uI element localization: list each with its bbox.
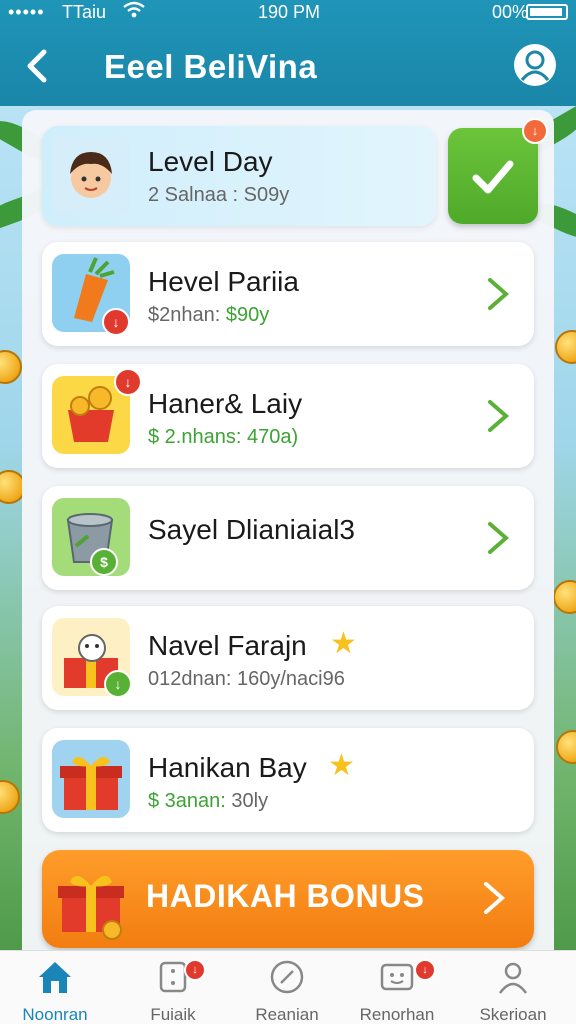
notification-badge: ↓ (414, 959, 436, 981)
notification-badge: ↓ (114, 368, 142, 396)
wifi-icon (122, 0, 146, 25)
coin-badge: $ (90, 548, 118, 576)
card-title: Level Day (148, 146, 273, 177)
chevron-right-icon[interactable] (484, 274, 512, 314)
level-card[interactable]: ↓ Navel Farajn ★ 012dnan: 160y/naci96 (42, 606, 534, 710)
tab-label: Fuiaik (150, 1005, 196, 1024)
check-icon (472, 160, 514, 194)
compass-icon (270, 960, 304, 994)
battery-percent: 00% (492, 2, 529, 22)
user-icon (498, 962, 528, 994)
card-title: Sayel Dlianiaial3 (148, 514, 356, 545)
status-bar: ••••• TTaiu 190 PM 00% (0, 0, 576, 28)
notification-badge: ↓ (522, 118, 548, 144)
bottom-tab-bar: Noonran ↓ Fuiaik Reanian ↓ Renorhan Sker… (0, 950, 576, 1024)
home-icon (39, 962, 71, 993)
gift-box-icon (52, 740, 130, 818)
gift-box-icon (52, 860, 132, 940)
app-header: ••••• TTaiu 190 PM 00% Eeel BeliVina (0, 0, 576, 106)
card-subtitle: $ 3anan: 30ly (148, 790, 269, 812)
chevron-right-icon[interactable] (484, 396, 512, 436)
card-subtitle: $ 2.nhans: 470a) (148, 426, 299, 448)
notification-badge: ↓ (184, 959, 206, 981)
page-title: Eeel BeliVina (104, 48, 318, 85)
star-icon: ★ (330, 627, 357, 660)
level-card[interactable]: Level Day 2 Salnaa : S09y (42, 126, 436, 226)
tab-label: Renorhan (359, 1005, 435, 1024)
level-card[interactable]: Hanikan Bay ★ $ 3anan: 30ly (42, 728, 534, 832)
tab-renorhan[interactable]: ↓ Renorhan (342, 957, 452, 1024)
card-subtitle: 2 Salnaa : S09y (148, 184, 290, 206)
battery-icon (526, 4, 568, 20)
tab-label: Skerioan (479, 1005, 547, 1024)
chevron-left-icon (27, 49, 47, 83)
chevron-right-icon (480, 878, 508, 918)
profile-button[interactable] (514, 44, 556, 86)
tab-label: Reanian (255, 1005, 319, 1024)
level-card[interactable]: ↓ Hevel Pariia $2nhan: $90y (42, 242, 534, 346)
back-button[interactable] (22, 46, 52, 86)
user-icon (520, 50, 550, 81)
clock-time: 190 PM (258, 2, 321, 22)
tab-fuiaik[interactable]: ↓ Fuiaik (118, 957, 228, 1024)
card-subtitle: 012dnan: 160y/naci96 (148, 668, 345, 690)
level-card[interactable]: $ Sayel Dlianiaial3 (42, 486, 534, 590)
card-title: Navel Farajn (148, 630, 307, 661)
card-title: Hevel Pariia (148, 266, 299, 297)
chat-face-icon (380, 963, 414, 991)
notification-badge: ↓ (102, 308, 130, 336)
tab-reanian[interactable]: Reanian (232, 957, 342, 1024)
card-title: Hanikan Bay (148, 752, 307, 783)
bonus-label: HADIKAH BONUS (146, 878, 425, 914)
notification-badge: ↓ (104, 670, 132, 698)
star-icon: ★ (328, 749, 355, 782)
tab-home[interactable]: Noonran (0, 957, 110, 1024)
chevron-right-icon[interactable] (484, 518, 512, 558)
tab-label: Noonran (22, 1005, 88, 1024)
card-title: Haner& Laiy (148, 388, 303, 419)
avatar (52, 136, 130, 214)
signal-strength: ••••• (8, 2, 45, 22)
bonus-button[interactable]: HADIKAH BONUS (42, 850, 534, 948)
card-subtitle: $2nhan: $90y (148, 304, 270, 326)
level-card[interactable]: ↓ Haner& Laiy $ 2.nhans: 470a) (42, 364, 534, 468)
complete-button[interactable] (448, 128, 538, 224)
tab-skerioan[interactable]: Skerioan (458, 957, 568, 1024)
carrier-name: TTaiu (62, 2, 107, 22)
